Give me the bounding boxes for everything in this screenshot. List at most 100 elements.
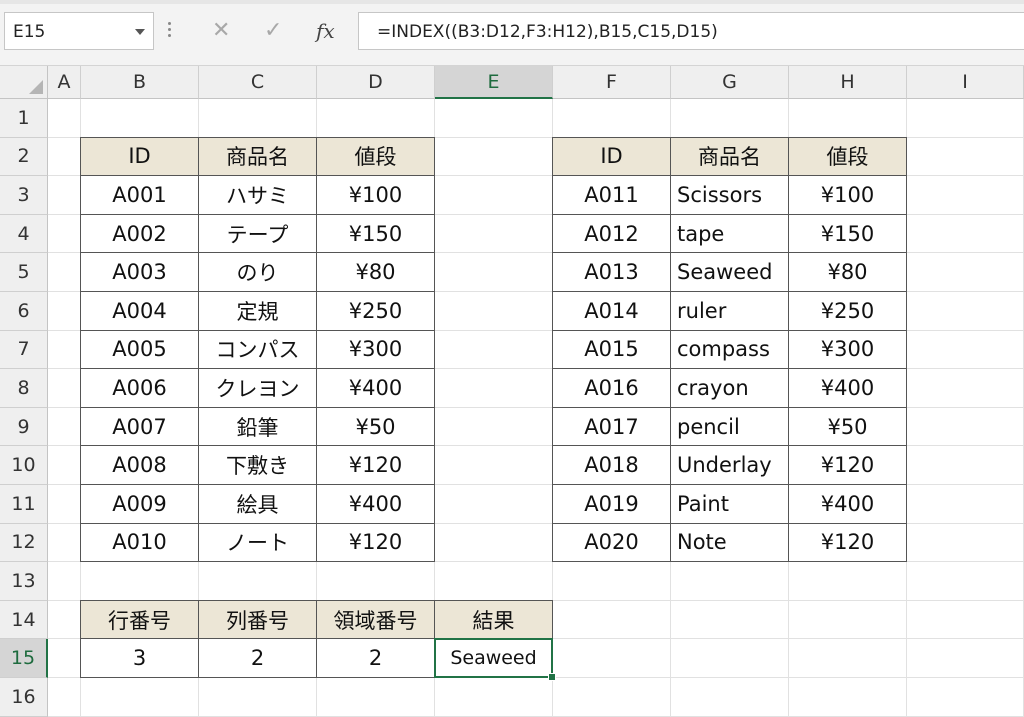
row-header-3[interactable]: 3 — [0, 176, 48, 215]
cell[interactable] — [48, 523, 81, 563]
table1-cell[interactable]: ¥50 — [317, 407, 435, 447]
cell[interactable] — [553, 678, 671, 717]
formula-input[interactable]: =INDEX((B3:D12,F3:H12),B15,C15,D15) — [358, 12, 1024, 50]
cell[interactable] — [81, 99, 199, 138]
cell[interactable] — [907, 330, 1024, 370]
cell[interactable] — [435, 407, 553, 447]
table2-cell[interactable]: Scissors — [671, 176, 789, 215]
table1-cell[interactable]: ¥400 — [317, 485, 435, 524]
cell[interactable] — [317, 562, 435, 601]
cell[interactable] — [48, 253, 81, 292]
table1-cell[interactable]: ¥80 — [317, 253, 435, 292]
table2-cell[interactable]: A020 — [553, 523, 671, 563]
column-header-A[interactable]: A — [48, 66, 81, 99]
row-header-6[interactable]: 6 — [0, 292, 48, 331]
select-all-button[interactable] — [0, 66, 48, 99]
column-header-C[interactable]: C — [199, 66, 317, 99]
table1-cell[interactable]: A007 — [81, 407, 199, 447]
column-header-B[interactable]: B — [81, 66, 199, 99]
cell[interactable] — [553, 600, 671, 640]
table2-cell[interactable]: Underlay — [671, 446, 789, 485]
table3-header[interactable]: 領域番号 — [317, 600, 435, 640]
row-header-14[interactable]: 14 — [0, 600, 48, 640]
cell[interactable] — [435, 562, 553, 601]
table1-cell[interactable]: コンパス — [199, 330, 317, 370]
table1-cell[interactable]: ¥120 — [317, 523, 435, 563]
column-header-F[interactable]: F — [553, 66, 671, 99]
column-header-G[interactable]: G — [671, 66, 789, 99]
table1-cell[interactable]: ¥250 — [317, 292, 435, 331]
cell[interactable] — [435, 214, 553, 254]
cell[interactable] — [435, 446, 553, 485]
cell[interactable] — [435, 678, 553, 717]
table2-cell[interactable]: ¥120 — [789, 446, 907, 485]
cell[interactable] — [907, 523, 1024, 563]
table1-cell[interactable]: ¥150 — [317, 214, 435, 254]
table2-cell[interactable]: pencil — [671, 407, 789, 447]
cell[interactable] — [671, 600, 789, 640]
table1-cell[interactable]: クレヨン — [199, 369, 317, 408]
cell[interactable] — [48, 137, 81, 177]
table1-cell[interactable]: 絵具 — [199, 485, 317, 524]
cell[interactable] — [907, 446, 1024, 485]
cell[interactable] — [435, 137, 553, 177]
cell[interactable] — [671, 678, 789, 717]
table1-cell[interactable]: A005 — [81, 330, 199, 370]
cell[interactable] — [907, 214, 1024, 254]
cell[interactable] — [48, 562, 81, 601]
cell[interactable] — [553, 639, 671, 678]
row-header-1[interactable]: 1 — [0, 99, 48, 138]
cell[interactable] — [48, 407, 81, 447]
row-header-16[interactable]: 16 — [0, 678, 48, 717]
table2-header[interactable]: ID — [553, 137, 671, 177]
table1-cell[interactable]: ¥300 — [317, 330, 435, 370]
table2-cell[interactable]: ¥100 — [789, 176, 907, 215]
cell[interactable] — [48, 292, 81, 331]
table2-cell[interactable]: A012 — [553, 214, 671, 254]
row-header-15[interactable]: 15 — [0, 639, 48, 678]
table1-cell[interactable]: A006 — [81, 369, 199, 408]
table3-cell[interactable]: 3 — [81, 639, 199, 678]
table2-cell[interactable]: A013 — [553, 253, 671, 292]
cell[interactable] — [435, 99, 553, 138]
row-header-4[interactable]: 4 — [0, 214, 48, 254]
row-header-8[interactable]: 8 — [0, 369, 48, 408]
result-cell[interactable]: Seaweed — [435, 639, 553, 678]
cell[interactable] — [907, 292, 1024, 331]
row-header-10[interactable]: 10 — [0, 446, 48, 485]
cell[interactable] — [435, 485, 553, 524]
table2-cell[interactable]: A014 — [553, 292, 671, 331]
cell[interactable] — [907, 176, 1024, 215]
table1-cell[interactable]: A001 — [81, 176, 199, 215]
row-header-7[interactable]: 7 — [0, 330, 48, 370]
table1-cell[interactable]: テープ — [199, 214, 317, 254]
cell[interactable] — [789, 562, 907, 601]
cell[interactable] — [199, 678, 317, 717]
table1-cell[interactable]: A010 — [81, 523, 199, 563]
table1-cell[interactable]: A002 — [81, 214, 199, 254]
table3-header[interactable]: 結果 — [435, 600, 553, 640]
table1-cell[interactable]: ¥120 — [317, 446, 435, 485]
table2-cell[interactable]: Note — [671, 523, 789, 563]
cell[interactable] — [671, 99, 789, 138]
table2-cell[interactable]: ¥400 — [789, 485, 907, 524]
cell[interactable] — [671, 639, 789, 678]
cell[interactable] — [671, 562, 789, 601]
cell[interactable] — [435, 253, 553, 292]
insert-function-button[interactable]: fx — [316, 18, 335, 44]
column-header-H[interactable]: H — [789, 66, 907, 99]
table3-header[interactable]: 行番号 — [81, 600, 199, 640]
cell[interactable] — [199, 99, 317, 138]
cell[interactable] — [907, 407, 1024, 447]
cell[interactable] — [81, 678, 199, 717]
table2-header[interactable]: 値段 — [789, 137, 907, 177]
cell[interactable] — [789, 600, 907, 640]
table2-cell[interactable]: Paint — [671, 485, 789, 524]
cell[interactable] — [907, 600, 1024, 640]
table2-header[interactable]: 商品名 — [671, 137, 789, 177]
cell[interactable] — [553, 99, 671, 138]
cell[interactable] — [48, 485, 81, 524]
table2-cell[interactable]: tape — [671, 214, 789, 254]
row-header-9[interactable]: 9 — [0, 407, 48, 447]
table1-header[interactable]: 値段 — [317, 137, 435, 177]
